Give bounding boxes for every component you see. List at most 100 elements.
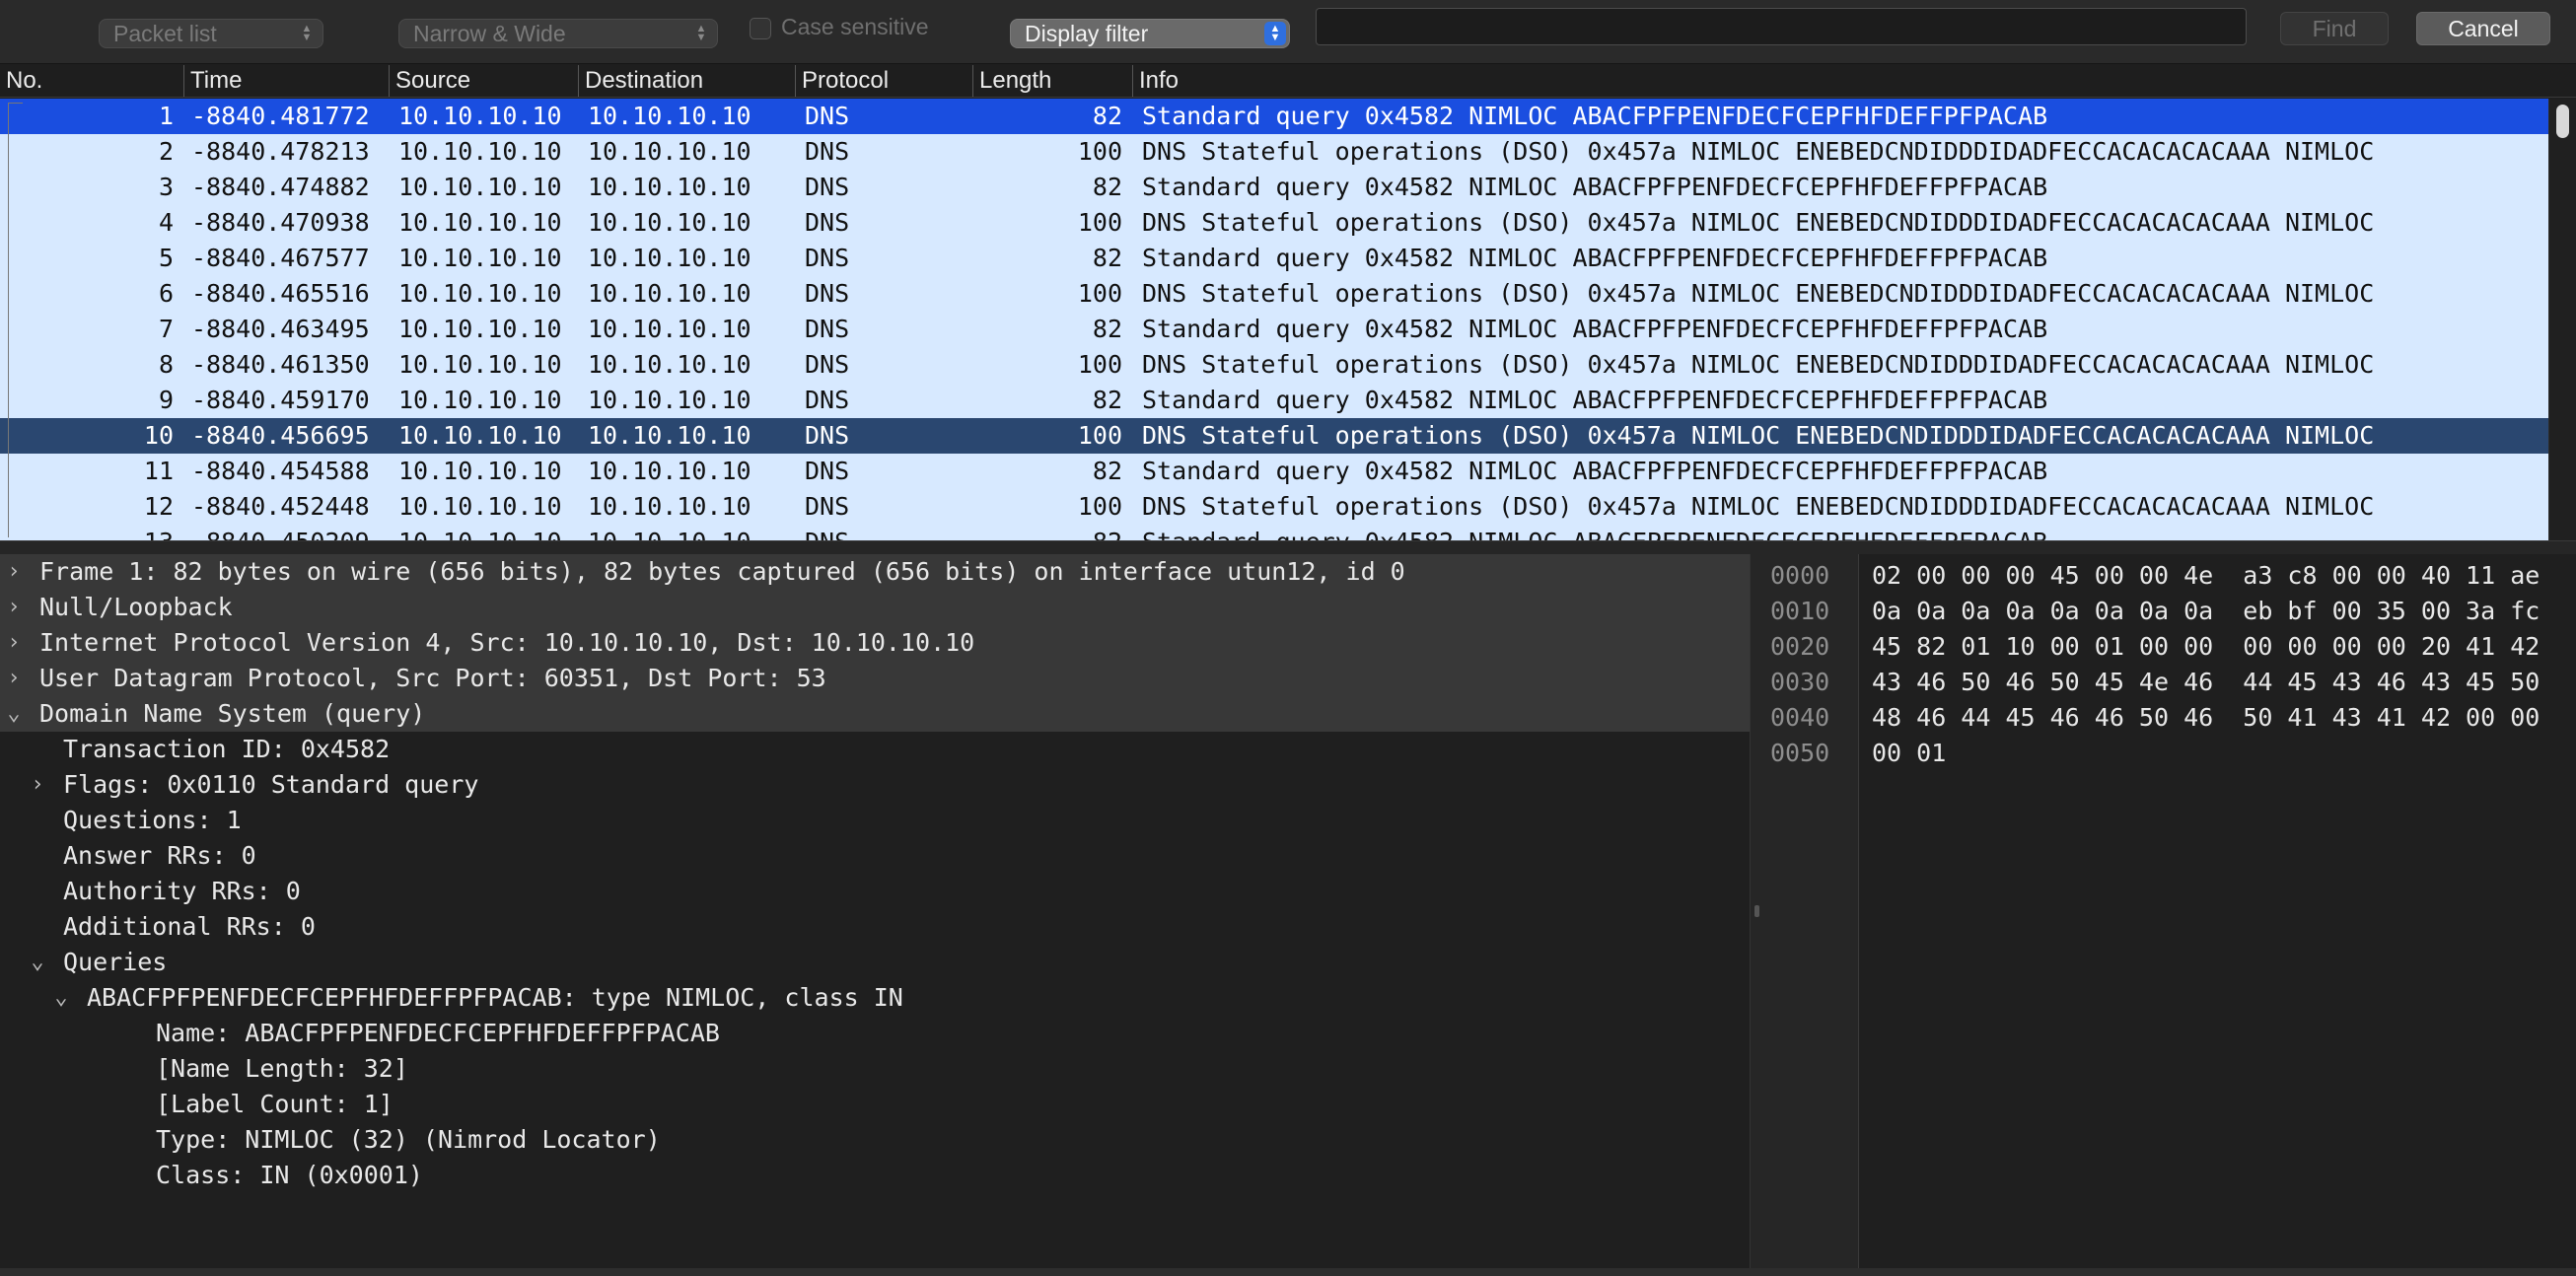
char-width-popup[interactable]: Narrow & Wide ▲ ▼ (398, 19, 718, 48)
packet-row[interactable]: 3 -8840.474882 10.10.10.10 10.10.10.10 DNS 82… (0, 170, 2548, 205)
packet-source: 10.10.10.10 (398, 279, 562, 308)
packet-length: 100 (1077, 492, 1122, 521)
bytes-row[interactable]: 0030 43 46 50 46 50 45 4e 46 44 45 43 46 … (1763, 665, 2576, 700)
packet-row[interactable]: 6 -8840.465516 10.10.10.10 10.10.10.10 DNS 10… (0, 276, 2548, 312)
packet-info: DNS Stateful operations (DSO) 0x457a NIM… (1142, 137, 2375, 166)
splitter-handle[interactable] (1754, 905, 1759, 917)
tree-node-label: Questions: 1 (63, 806, 242, 834)
chevron-down-icon[interactable]: ⌄ (49, 980, 73, 1016)
packet-source: 10.10.10.10 (398, 208, 562, 237)
packet-no: 1 (158, 102, 174, 130)
case-sensitive-checkbox[interactable] (750, 18, 771, 39)
tree-node[interactable]: [Name Length: 32] (0, 1051, 1750, 1087)
tree-node[interactable]: ⌄ ABACFPFPENFDECFCEPFHFDEFFPFPACAB: type … (0, 980, 1750, 1016)
cancel-button[interactable]: Cancel (2416, 12, 2550, 45)
packet-protocol: DNS (805, 208, 850, 237)
chevron-right-icon[interactable]: › (26, 767, 49, 803)
packet-no: 11 (143, 457, 174, 485)
packet-length: 82 (1092, 457, 1122, 485)
packet-no: 12 (143, 492, 174, 521)
tree-node-label: Flags: 0x0110 Standard query (63, 770, 479, 799)
tree-node[interactable]: ⌄ Queries (0, 945, 1750, 980)
tree-node[interactable]: Questions: 1 (0, 803, 1750, 838)
column-header-info[interactable]: Info (1132, 65, 2576, 97)
bytes-row[interactable]: 0000 02 00 00 00 45 00 00 4e a3 c8 00 00 … (1763, 558, 2576, 594)
tree-node[interactable]: › Null/Loopback (0, 590, 1750, 625)
column-header-source[interactable]: Source (389, 65, 578, 97)
packet-time: -8840.467577 (191, 244, 370, 272)
filter-input[interactable] (1316, 8, 2247, 45)
bytes-row[interactable]: 0020 45 82 01 10 00 01 00 00 00 00 00 00 … (1763, 629, 2576, 665)
tree-node-label: Answer RRs: 0 (63, 841, 256, 870)
scrollbar-thumb[interactable] (2556, 105, 2569, 138)
tree-node-label: Name: ABACFPFPENFDECFCEPFHFDEFFPFPACAB (156, 1019, 720, 1047)
packet-row[interactable]: 12 -8840.452448 10.10.10.10 10.10.10.10 DNS 1… (0, 489, 2548, 525)
packet-list[interactable]: 1 -8840.481772 10.10.10.10 10.10.10.10 DNS 82… (0, 99, 2548, 540)
packet-time: -8840.470938 (191, 208, 370, 237)
packet-row[interactable]: 9 -8840.459170 10.10.10.10 10.10.10.10 DNS 82… (0, 383, 2548, 418)
packet-length: 100 (1077, 208, 1122, 237)
packet-row[interactable]: 13 -8840.450209 10.10.10.10 10.10.10.10 DNS 8… (0, 525, 2548, 540)
search-type-popup[interactable]: Display filter ▲ ▼ (1010, 19, 1290, 48)
packet-time: -8840.452448 (191, 492, 370, 521)
packet-row[interactable]: 4 -8840.470938 10.10.10.10 10.10.10.10 DNS 10… (0, 205, 2548, 241)
chevron-right-icon[interactable]: › (2, 661, 26, 696)
packet-info: Standard query 0x4582 NIMLOC ABACFPFPENF… (1142, 525, 2047, 540)
find-button[interactable]: Find (2280, 12, 2389, 45)
packet-info: Standard query 0x4582 NIMLOC ABACFPFPENF… (1142, 102, 2048, 130)
packet-bytes-pane[interactable]: 0000 02 00 00 00 45 00 00 4e a3 c8 00 00 … (1763, 554, 2576, 1276)
packet-row[interactable]: 11 -8840.454588 10.10.10.10 10.10.10.10 DNS 8… (0, 454, 2548, 489)
column-header-length[interactable]: Length (972, 65, 1132, 97)
tree-node[interactable]: Type: NIMLOC (32) (Nimrod Locator) (0, 1122, 1750, 1158)
packet-no: 10 (143, 421, 174, 450)
packet-protocol: DNS (805, 386, 850, 414)
packet-destination: 10.10.10.10 (588, 173, 751, 201)
column-header-no[interactable]: No. (0, 65, 183, 97)
tree-node[interactable]: ⌄ Domain Name System (query) (0, 696, 1750, 732)
chevron-down-icon[interactable]: ⌄ (2, 696, 26, 732)
packet-row[interactable]: 2 -8840.478213 10.10.10.10 10.10.10.10 DNS 10… (0, 134, 2548, 170)
tree-node[interactable]: › Frame 1: 82 bytes on wire (656 bits), 8… (0, 554, 1750, 590)
tree-node-label: Authority RRs: 0 (63, 877, 301, 905)
packet-destination: 10.10.10.10 (588, 208, 751, 237)
tree-node[interactable]: › Flags: 0x0110 Standard query (0, 767, 1750, 803)
packet-row[interactable]: 10 -8840.456695 10.10.10.10 10.10.10.10 DNS 1… (0, 418, 2548, 454)
chevron-right-icon[interactable]: › (2, 625, 26, 661)
packet-no: 6 (158, 279, 174, 308)
packet-source: 10.10.10.10 (398, 173, 562, 201)
tree-node[interactable]: › User Datagram Protocol, Src Port: 60351… (0, 661, 1750, 696)
tree-node[interactable]: Name: ABACFPFPENFDECFCEPFHFDEFFPFPACAB (0, 1016, 1750, 1051)
packet-time: -8840.461350 (191, 350, 370, 379)
chevron-right-icon[interactable]: › (2, 554, 26, 590)
column-header-protocol[interactable]: Protocol (795, 65, 972, 97)
tree-node-label: Queries (63, 948, 168, 976)
tree-node[interactable]: [Label Count: 1] (0, 1087, 1750, 1122)
bytes-row[interactable]: 0010 0a 0a 0a 0a 0a 0a 0a 0a eb bf 00 35 … (1763, 594, 2576, 629)
tree-node-label: [Name Length: 32] (156, 1054, 408, 1083)
bytes-row[interactable]: 0050 00 01 (1763, 736, 2576, 771)
packet-info: Standard query 0x4582 NIMLOC ABACFPFPENF… (1142, 457, 2048, 485)
tree-node[interactable]: Additional RRs: 0 (0, 909, 1750, 945)
packet-row[interactable]: 1 -8840.481772 10.10.10.10 10.10.10.10 DNS 82… (0, 99, 2548, 134)
tree-node[interactable]: Transaction ID: 0x4582 (0, 732, 1750, 767)
byte-offset: 0030 (1770, 668, 1830, 696)
column-header-destination[interactable]: Destination (578, 65, 795, 97)
packet-no: 8 (158, 350, 174, 379)
packet-row[interactable]: 5 -8840.467577 10.10.10.10 10.10.10.10 DNS 82… (0, 241, 2548, 276)
packet-destination: 10.10.10.10 (588, 315, 751, 343)
search-in-popup[interactable]: Packet list ▲ ▼ (99, 19, 323, 48)
tree-node[interactable]: Authority RRs: 0 (0, 874, 1750, 909)
column-header-time[interactable]: Time (183, 65, 389, 97)
chevron-right-icon[interactable]: › (2, 590, 26, 625)
tree-node[interactable]: › Internet Protocol Version 4, Src: 10.10… (0, 625, 1750, 661)
tree-node[interactable]: Class: IN (0x0001) (0, 1158, 1750, 1193)
packet-row[interactable]: 7 -8840.463495 10.10.10.10 10.10.10.10 DNS 82… (0, 312, 2548, 347)
tree-node[interactable]: Answer RRs: 0 (0, 838, 1750, 874)
packet-row[interactable]: 8 -8840.461350 10.10.10.10 10.10.10.10 DNS 10… (0, 347, 2548, 383)
packet-length: 100 (1077, 421, 1122, 450)
bytes-row[interactable]: 0040 48 46 44 45 46 46 50 46 50 41 43 41 … (1763, 700, 2576, 736)
tree-node-label: Frame 1: 82 bytes on wire (656 bits), 82… (39, 557, 1405, 586)
chevron-down-icon[interactable]: ⌄ (26, 945, 49, 980)
packet-details-tree[interactable]: › Frame 1: 82 bytes on wire (656 bits), 8… (0, 554, 1750, 1276)
packet-list-scrollbar[interactable] (2548, 99, 2576, 540)
